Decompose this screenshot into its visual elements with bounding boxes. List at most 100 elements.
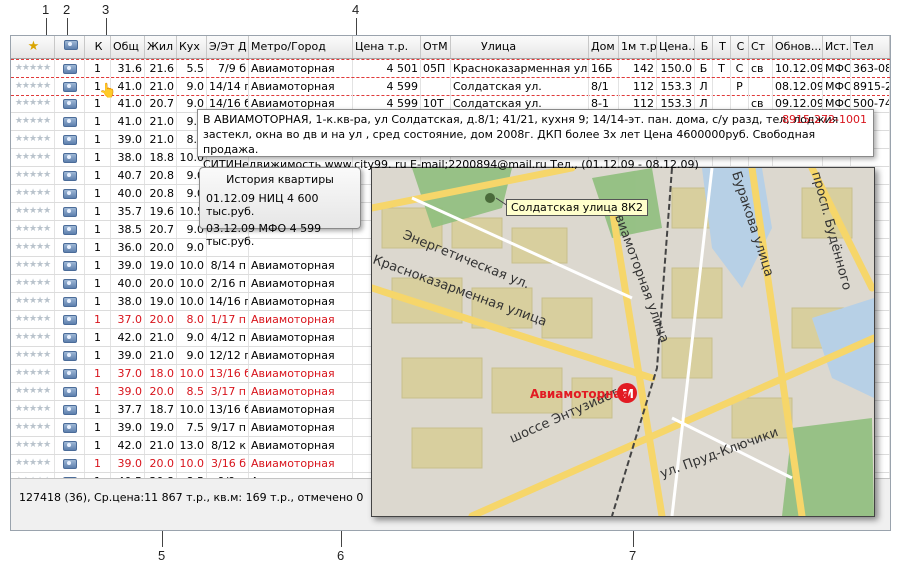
rating-stars-icon[interactable]: ★★★★★ <box>11 275 55 292</box>
photo-camera-icon[interactable] <box>55 95 85 112</box>
photo-camera-icon[interactable] <box>55 437 85 454</box>
cell-k: 1 <box>85 437 111 454</box>
rating-stars-icon[interactable]: ★★★★★ <box>11 131 55 148</box>
photo-camera-icon[interactable] <box>55 149 85 166</box>
photo-camera-icon[interactable] <box>55 329 85 346</box>
rating-stars-icon[interactable]: ★★★★★ <box>11 78 55 95</box>
photo-camera-icon[interactable] <box>55 455 85 472</box>
header-col-price-2[interactable]: Цена... <box>657 36 695 58</box>
cell-kuh: 10.0 <box>177 401 207 418</box>
cell-obsh: 36.0 <box>111 239 145 256</box>
rating-stars-icon[interactable]: ★★★★★ <box>11 419 55 436</box>
photo-camera-icon[interactable] <box>55 365 85 382</box>
header-col-floor[interactable]: Э/Эт Д <box>207 36 249 58</box>
photo-camera-icon[interactable] <box>55 203 85 220</box>
header-col-updated[interactable]: Обнов... <box>773 36 823 58</box>
cell-metro: Авиамоторная <box>249 365 353 382</box>
map-popup[interactable]: Энергетическая ул. Красноказарменная ули… <box>371 167 875 517</box>
rating-stars-icon[interactable]: ★★★★★ <box>11 60 55 77</box>
callout-2: 2 <box>63 2 71 17</box>
cell-dom: 16Б <box>589 60 619 77</box>
rating-stars-icon[interactable]: ★★★★★ <box>11 185 55 202</box>
cell-k: 1 <box>85 329 111 346</box>
cell-obsh: 40.0 <box>111 275 145 292</box>
rating-stars-icon[interactable]: ★★★★★ <box>11 311 55 328</box>
photo-camera-icon[interactable] <box>55 293 85 310</box>
cell-otm: 05П <box>421 60 451 77</box>
cell-obsh: 38.0 <box>111 149 145 166</box>
photo-camera-icon[interactable] <box>55 257 85 274</box>
header-col-kitchen[interactable]: Кух <box>177 36 207 58</box>
callout-5: 5 <box>158 548 166 563</box>
header-col-distance[interactable]: ОтМ <box>421 36 451 58</box>
cell-k: 1 <box>85 131 111 148</box>
photo-camera-icon[interactable] <box>55 347 85 364</box>
rating-stars-icon[interactable]: ★★★★★ <box>11 347 55 364</box>
rating-stars-icon[interactable]: ★★★★★ <box>11 401 55 418</box>
cell-kuh: 9.0 <box>177 329 207 346</box>
header-col-price-sqm[interactable]: 1м т.р <box>619 36 657 58</box>
rating-stars-icon[interactable]: ★★★★★ <box>11 203 55 220</box>
rating-stars-icon[interactable]: ★★★★★ <box>11 149 55 166</box>
cell-zhil: 18.7 <box>145 401 177 418</box>
cell-tel: 363-085 <box>851 60 890 77</box>
rating-stars-icon[interactable]: ★★★★★ <box>11 455 55 472</box>
header-col-living-area[interactable]: Жил <box>145 36 177 58</box>
header-col-street[interactable]: Улица <box>451 36 589 58</box>
photo-camera-icon[interactable] <box>55 131 85 148</box>
tooltip-phone: 8915-272-1001 <box>782 113 867 126</box>
rating-stars-icon[interactable]: ★★★★★ <box>11 437 55 454</box>
map-canvas[interactable]: Энергетическая ул. Красноказарменная ули… <box>372 168 874 516</box>
cell-ist: МФО <box>825 78 851 95</box>
rating-stars-icon[interactable]: ★★★★★ <box>11 329 55 346</box>
photo-camera-icon[interactable] <box>55 78 85 95</box>
photo-camera-icon[interactable] <box>55 167 85 184</box>
photo-camera-icon[interactable] <box>55 60 85 77</box>
header-col-house[interactable]: Дом <box>589 36 619 58</box>
cell-obsh: 42.0 <box>111 329 145 346</box>
header-col-source[interactable]: Ист. <box>823 36 851 58</box>
photo-camera-icon[interactable] <box>55 113 85 130</box>
header-col-status[interactable]: Ст <box>749 36 773 58</box>
header-col-rooms[interactable]: К <box>85 36 111 58</box>
cell-b: Л <box>695 78 713 95</box>
rating-stars-icon[interactable]: ★★★★★ <box>11 113 55 130</box>
photo-camera-icon[interactable] <box>55 383 85 400</box>
header-col-metro[interactable]: Метро/Город <box>249 36 353 58</box>
rating-stars-icon[interactable]: ★★★★★ <box>11 365 55 382</box>
header-col-bathroom[interactable]: С <box>731 36 749 58</box>
leader-line-2 <box>67 18 68 36</box>
rating-stars-icon[interactable]: ★★★★★ <box>11 257 55 274</box>
history-entry: 01.12.09 НИЦ 4 600 тыс.руб. <box>206 192 319 218</box>
callout-4: 4 <box>352 2 360 17</box>
rating-stars-icon[interactable]: ★★★★★ <box>11 221 55 238</box>
rating-stars-icon[interactable]: ★★★★★ <box>11 239 55 256</box>
table-row[interactable]: ★★★★★ 1 31.6 21.6 5.5 7/9 б Авиамоторная 4 501 0… <box>11 59 890 78</box>
photo-camera-icon[interactable] <box>55 311 85 328</box>
table-row[interactable]: ★★★★★ 1 41.0 21.0 9.0 14/14 п Авиамоторная 4 59… <box>11 77 890 96</box>
header-col-total-area[interactable]: Общ <box>111 36 145 58</box>
rating-stars-icon[interactable]: ★★★★★ <box>11 383 55 400</box>
cell-k: 1 <box>85 113 111 130</box>
photo-camera-icon[interactable] <box>55 401 85 418</box>
header-col-price[interactable]: Цена т.р. <box>353 36 421 58</box>
cell-zhil: 21.0 <box>145 113 177 130</box>
photo-camera-icon[interactable] <box>55 221 85 238</box>
rating-stars-icon[interactable]: ★★★★★ <box>11 167 55 184</box>
cell-k: 1 <box>85 383 111 400</box>
header-photo-icon[interactable] <box>55 36 85 58</box>
photo-camera-icon[interactable] <box>55 239 85 256</box>
photo-camera-icon[interactable] <box>55 419 85 436</box>
callout-3: 3 <box>102 2 110 17</box>
header-col-tel[interactable]: Тел <box>851 36 890 58</box>
cell-kuh: 10.0 <box>177 275 207 292</box>
rating-stars-icon[interactable]: ★★★★★ <box>11 95 55 112</box>
header-col-balcony[interactable]: Б <box>695 36 713 58</box>
header-col-phone[interactable]: Т <box>713 36 731 58</box>
status-text: 127418 (36), Ср.цена:11 867 т.р., кв.м: … <box>19 491 364 504</box>
photo-camera-icon[interactable] <box>55 185 85 202</box>
rating-stars-icon[interactable]: ★★★★★ <box>11 293 55 310</box>
listing-description-tooltip: В АВИАМОТОРНАЯ, 1-к.кв-ра, ул Солдатская… <box>197 109 874 171</box>
header-favorite-star-icon[interactable]: ★ <box>11 36 55 58</box>
photo-camera-icon[interactable] <box>55 275 85 292</box>
